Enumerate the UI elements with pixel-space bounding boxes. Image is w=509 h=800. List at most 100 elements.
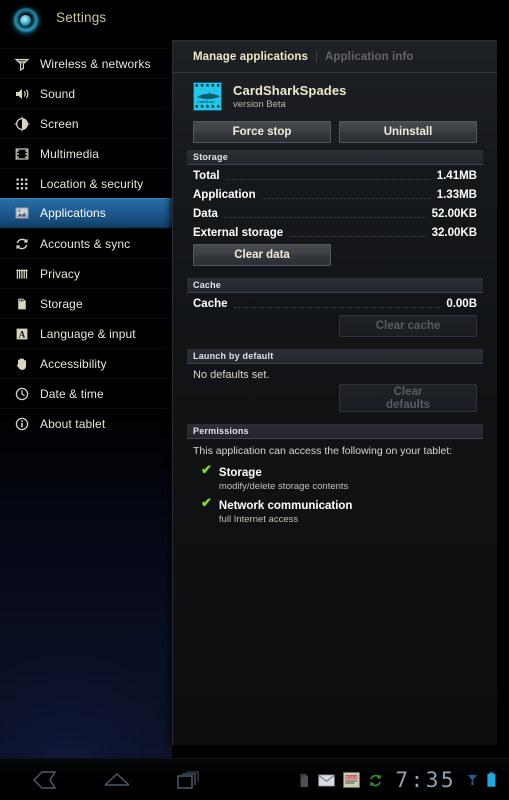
sidebar-item-applications[interactable]: Applications <box>0 198 172 228</box>
sidebar-item-wireless-networks[interactable]: Wireless & networks <box>0 48 172 78</box>
sync-icon <box>11 233 33 255</box>
storage-section-body: Total 1.41MB Application 1.33MB Data 52.… <box>173 167 497 241</box>
sidebar-item-date-time[interactable]: Date & time <box>0 378 172 408</box>
leader-line <box>261 198 431 199</box>
force-stop-button[interactable]: Force stop <box>193 121 331 143</box>
sidebar-item-multimedia[interactable]: Multimedia <box>0 138 172 168</box>
row-value: 0.00B <box>446 297 477 310</box>
sidebar-nav: Wireless & networks Sound Screen Multime… <box>0 48 172 438</box>
app-meta: CardSharkSpades version Beta <box>233 83 347 110</box>
speaker-icon <box>11 83 33 105</box>
sdcard-icon <box>11 293 33 315</box>
sidebar-item-sound[interactable]: Sound <box>0 78 172 108</box>
grid-icon <box>11 173 33 195</box>
sidebar-item-label: Accessibility <box>40 356 107 371</box>
hand-icon <box>11 353 33 375</box>
sidebar-item-label: Applications <box>40 206 106 220</box>
row-value: 1.33MB <box>436 188 477 201</box>
status-clock: 7:35 <box>395 768 456 792</box>
sidebar-item-label: Screen <box>40 116 79 131</box>
system-nav-buttons <box>0 769 204 791</box>
storage-row-external-storage: External storage 32.00KB <box>193 224 477 241</box>
sidebar-item-label: Multimedia <box>40 146 100 161</box>
app-notification-icon: BasicA <box>343 772 361 788</box>
brand-header: Settings <box>0 0 172 42</box>
download-icon <box>467 773 478 787</box>
tab-application-info[interactable]: Application info <box>316 50 421 63</box>
permission-text: Network communication full Internet acce… <box>219 496 353 525</box>
app-name: CardSharkSpades <box>233 83 347 98</box>
sidebar-item-accessibility[interactable]: Accessibility <box>0 348 172 378</box>
app-icon-wordmark: CardShark <box>197 98 215 104</box>
cache-button-row: Clear cache <box>173 312 497 342</box>
permission-text: Storage modify/delete storage contents <box>219 463 348 492</box>
launch-by-default-note: No defaults set. <box>193 369 270 381</box>
sidebar-item-label: Sound <box>40 86 76 101</box>
email-icon <box>318 774 336 787</box>
fingerprint-icon <box>11 263 33 285</box>
settings-orb-icon <box>13 8 39 34</box>
row-value: 52.00KB <box>431 207 477 220</box>
cache-row: Cache 0.00B <box>193 295 477 312</box>
wifi-icon <box>11 53 33 75</box>
settings-sidebar: Settings Wireless & networks Sound Scree <box>0 0 172 760</box>
tab-manage-applications[interactable]: Manage applications <box>193 51 316 63</box>
sidebar-item-label: Language & input <box>40 326 136 341</box>
launch-by-default-section-header: Launch by default <box>187 349 483 364</box>
app-header: ♠ ♠ ♠ ♠ ♠ CardShark ♠ ♠ ♠ ♠ ♠ CardSharkSpades ve… <box>173 73 497 115</box>
sidebar-item-location-security[interactable]: Location & security <box>0 168 172 198</box>
sidebar-item-storage[interactable]: Storage <box>0 288 172 318</box>
row-label: External storage <box>193 226 284 239</box>
sidebar-item-about-tablet[interactable]: About tablet <box>0 408 172 438</box>
permission-item-storage: ✔ Storage modify/delete storage contents <box>173 459 497 492</box>
permission-desc: full Internet access <box>218 514 299 525</box>
sidebar-item-screen[interactable]: Screen <box>0 108 172 138</box>
film-icon <box>11 143 33 165</box>
recent-apps-icon[interactable] <box>174 769 204 791</box>
row-label: Total <box>193 169 220 182</box>
permissions-section-header: Permissions <box>187 424 483 439</box>
row-value: 1.41MB <box>436 169 477 182</box>
application-info-panel: Manage applications Application info ♠ ♠ ♠… <box>172 40 497 745</box>
sidebar-item-privacy[interactable]: Privacy <box>0 258 172 288</box>
app-title: Settings <box>56 10 107 25</box>
apps-image-icon <box>11 202 33 224</box>
storage-row-data: Data 52.00KB <box>193 205 477 222</box>
home-icon[interactable] <box>102 769 132 791</box>
permission-desc: modify/delete storage contents <box>218 481 349 492</box>
cache-section-header: Cache <box>187 278 483 293</box>
row-value: 32.00KB <box>431 226 477 239</box>
app-icon-spades-bottom: ♠ ♠ ♠ ♠ ♠ <box>195 104 220 110</box>
sidebar-item-label: Wireless & networks <box>40 56 151 71</box>
clock-icon <box>11 383 33 405</box>
row-label: Data <box>193 207 218 220</box>
sidebar-item-accounts-sync[interactable]: Accounts & sync <box>0 228 172 258</box>
app-action-buttons: Force stop Uninstall <box>173 115 497 143</box>
status-area: BasicA 7:35 <box>298 759 497 800</box>
sidebar-item-language-input[interactable]: A Language & input <box>0 318 172 348</box>
clear-defaults-button: Clear defaults <box>339 384 477 412</box>
letter-a-icon: A <box>11 323 33 345</box>
sync-status-icon <box>368 773 383 788</box>
clear-defaults-line1: Clear <box>393 386 423 399</box>
sidebar-item-label: Location & security <box>40 176 144 191</box>
permission-item-network-communication: ✔ Network communication full Internet ac… <box>173 492 497 525</box>
storage-row-total: Total 1.41MB <box>193 167 477 184</box>
svg-text:A: A <box>19 329 26 339</box>
svg-text:BasicA: BasicA <box>346 776 358 780</box>
leader-line <box>225 179 431 180</box>
leader-line <box>223 217 426 218</box>
tablet-screen: Settings Wireless & networks Sound Scree <box>0 0 509 800</box>
permission-title: Storage <box>218 467 262 479</box>
app-icon-spades-top: ♠ ♠ ♠ ♠ ♠ <box>195 83 220 89</box>
uninstall-button[interactable]: Uninstall <box>339 121 477 143</box>
leader-line <box>289 236 426 237</box>
check-icon: ✔ <box>201 462 212 477</box>
sdcard-status-icon <box>298 773 310 788</box>
clear-data-button[interactable]: Clear data <box>193 244 331 266</box>
back-icon[interactable] <box>30 769 60 791</box>
sidebar-item-label: Accounts & sync <box>40 236 131 251</box>
row-label: Cache <box>193 297 228 310</box>
cardsharkspades-app-icon: ♠ ♠ ♠ ♠ ♠ CardShark ♠ ♠ ♠ ♠ ♠ <box>193 82 222 111</box>
battery-icon <box>486 772 497 788</box>
